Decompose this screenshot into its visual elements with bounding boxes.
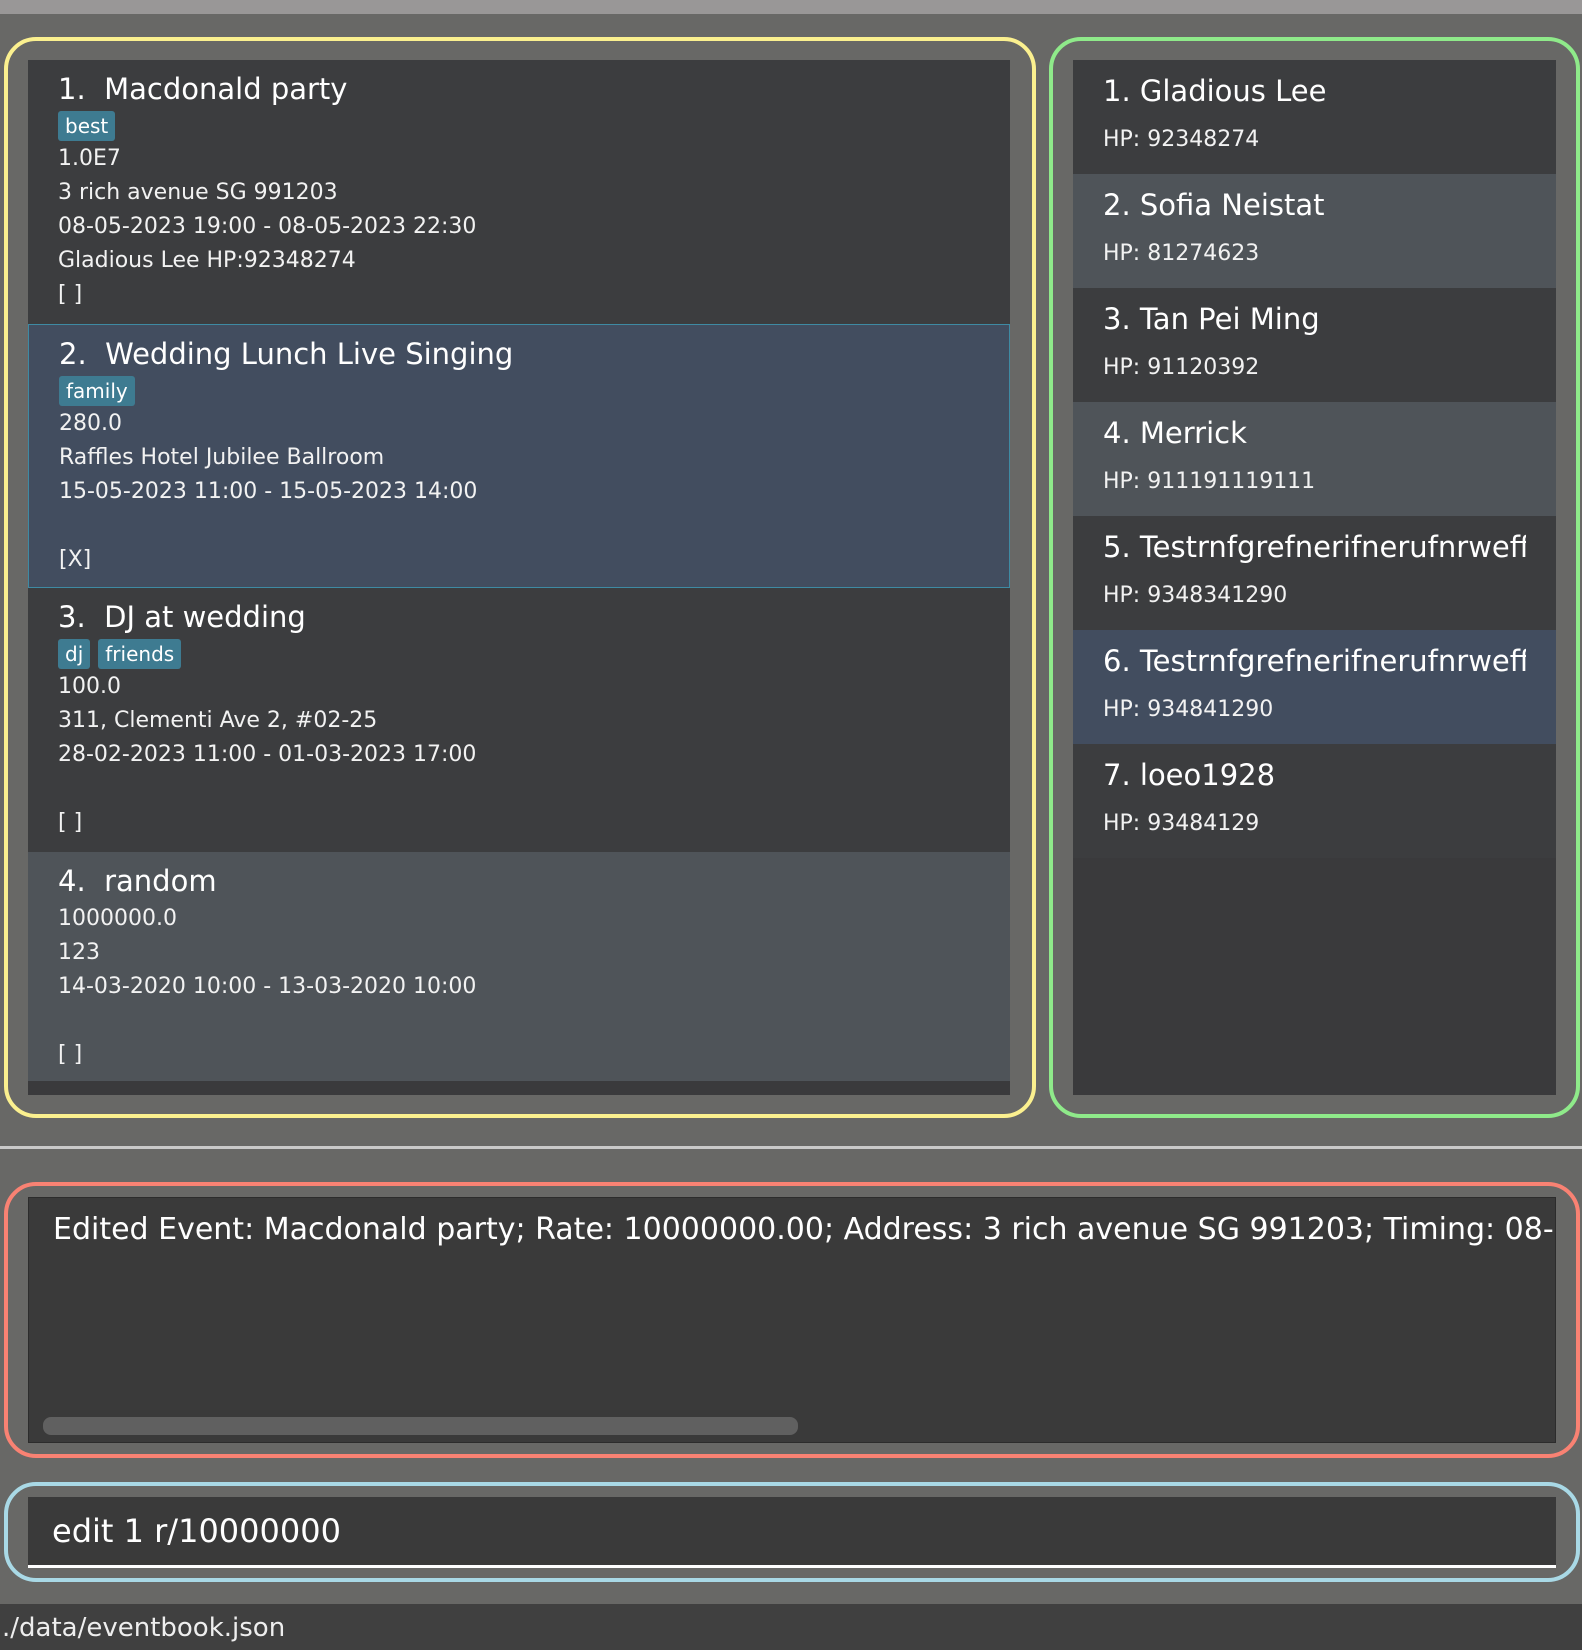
result-display: Edited Event: Macdonald party; Rate: 100… xyxy=(28,1197,1556,1443)
person-phone: HP: 93484129 xyxy=(1103,811,1260,836)
person-phone: HP: 92348274 xyxy=(1103,127,1260,152)
person-list[interactable]: 1. Gladious Lee HP: 92348274 2. Sofia Nei… xyxy=(1073,60,1556,1095)
event-mark: [ ] xyxy=(58,1042,83,1067)
command-text[interactable]: edit 1 r/10000000 xyxy=(52,1509,341,1553)
save-location: ./data/eventbook.json xyxy=(2,1613,286,1643)
event-timing: 15-05-2023 11:00 - 15-05-2023 14:00 xyxy=(59,479,478,504)
event-title: 2. Wedding Lunch Live Singing xyxy=(59,337,514,371)
status-bar: ./data/eventbook.json xyxy=(0,1604,1582,1650)
person-card[interactable]: 4. Merrick HP: 911191119111 xyxy=(1073,402,1556,516)
command-input[interactable]: edit 1 r/10000000 xyxy=(28,1497,1556,1568)
event-list[interactable]: 1. Macdonald party best 1.0E7 3 rich ave… xyxy=(28,60,1010,1095)
horizontal-scrollbar[interactable] xyxy=(43,1417,798,1435)
event-title: 3. DJ at wedding xyxy=(58,600,306,634)
event-timing: 14-03-2020 10:00 - 13-03-2020 10:00 xyxy=(58,974,477,999)
person-card[interactable]: 7. loeo1928 HP: 93484129 xyxy=(1073,744,1556,858)
event-tag: dj xyxy=(58,639,91,669)
result-text: Edited Event: Macdonald party; Rate: 100… xyxy=(53,1212,1556,1247)
event-rate: 1000000.0 xyxy=(58,906,177,931)
event-contact xyxy=(58,772,980,806)
person-card[interactable]: 3. Tan Pei Ming HP: 91120392 xyxy=(1073,288,1556,402)
event-mark: [X] xyxy=(59,547,92,572)
event-card-selected[interactable]: 2. Wedding Lunch Live Singing family 280… xyxy=(28,324,1010,588)
event-card[interactable]: 1. Macdonald party best 1.0E7 3 rich ave… xyxy=(28,60,1010,324)
person-name: 3. Tan Pei Ming xyxy=(1103,302,1320,336)
event-address: Raffles Hotel Jubilee Ballroom xyxy=(59,445,385,470)
event-address: 311, Clementi Ave 2, #02-25 xyxy=(58,708,378,733)
event-rate: 1.0E7 xyxy=(58,146,121,171)
event-title: 1. Macdonald party xyxy=(58,72,348,106)
event-tag: family xyxy=(59,376,135,406)
person-name: 6. Testrnfgrefnerifnerufnrweff... xyxy=(1103,644,1526,678)
event-timing: 28-02-2023 11:00 - 01-03-2023 17:00 xyxy=(58,742,477,767)
person-name: 4. Merrick xyxy=(1103,416,1247,450)
event-address: 123 xyxy=(58,940,100,965)
event-timing: 08-05-2023 19:00 - 08-05-2023 22:30 xyxy=(58,214,477,239)
event-rate: 280.0 xyxy=(59,411,122,436)
person-card[interactable]: 5. Testrnfgrefnerifnerufnrweffe... HP: 93… xyxy=(1073,516,1556,630)
person-phone: HP: 81274623 xyxy=(1103,241,1260,266)
event-contact xyxy=(58,1004,980,1038)
event-tag: best xyxy=(58,111,116,141)
event-tag: friends xyxy=(98,639,182,669)
person-phone: HP: 91120392 xyxy=(1103,355,1260,380)
event-address: 3 rich avenue SG 991203 xyxy=(58,180,338,205)
person-name: 2. Sofia Neistat xyxy=(1103,188,1325,222)
event-mark: [ ] xyxy=(58,810,83,835)
divider xyxy=(0,1146,1582,1149)
event-contact xyxy=(59,509,979,543)
menu-bar xyxy=(0,0,1582,14)
person-name: 5. Testrnfgrefnerifnerufnrweffe... xyxy=(1103,530,1526,564)
person-phone: HP: 911191119111 xyxy=(1103,469,1316,494)
event-title: 4. random xyxy=(58,864,217,898)
person-card[interactable]: 2. Sofia Neistat HP: 81274623 xyxy=(1073,174,1556,288)
event-card[interactable]: 3. DJ at wedding dj friends 100.0 311, Cl… xyxy=(28,588,1010,852)
event-mark: [ ] xyxy=(58,282,83,307)
person-phone: HP: 934841290 xyxy=(1103,697,1274,722)
person-name: 1. Gladious Lee xyxy=(1103,74,1327,108)
person-name: 7. loeo1928 xyxy=(1103,758,1276,792)
person-phone: HP: 9348341290 xyxy=(1103,583,1288,608)
event-rate: 100.0 xyxy=(58,674,121,699)
event-contact: Gladious Lee HP:92348274 xyxy=(58,248,356,273)
event-card[interactable]: 4. random 1000000.0 123 14-03-2020 10:00… xyxy=(28,852,1010,1081)
person-card[interactable]: 1. Gladious Lee HP: 92348274 xyxy=(1073,60,1556,174)
person-card-selected[interactable]: 6. Testrnfgrefnerifnerufnrweff... HP: 934… xyxy=(1073,630,1556,744)
